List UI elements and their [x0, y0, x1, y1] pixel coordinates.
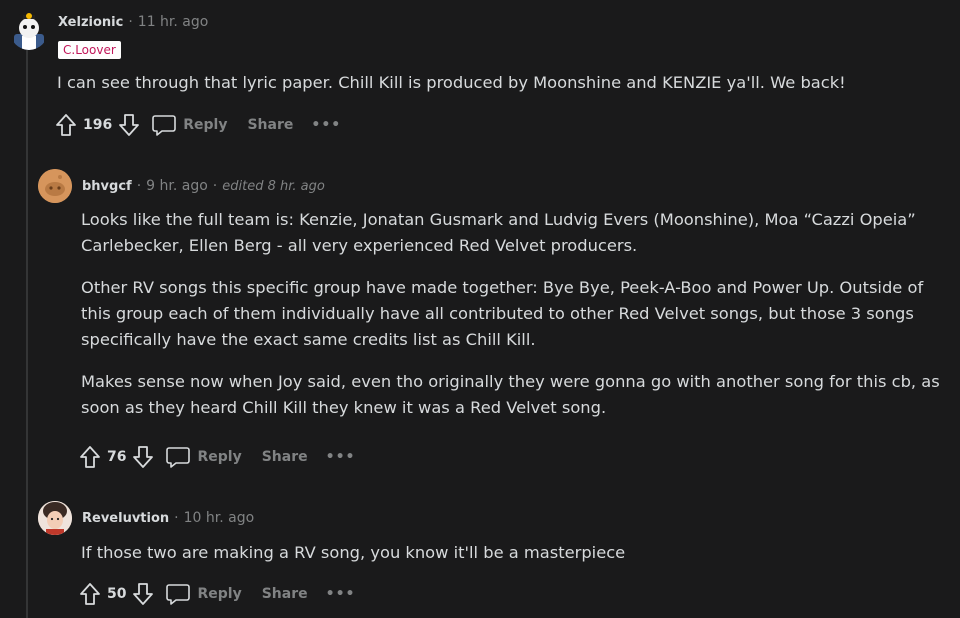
reply-label: Reply	[197, 586, 242, 602]
comment-body: If those two are making a RV song, you k…	[81, 540, 953, 576]
upvote-icon[interactable]	[79, 582, 101, 606]
comment-actions: 50 Reply Share •••	[79, 580, 355, 608]
comment-paragraph: If those two are making a RV song, you k…	[81, 543, 626, 562]
reply-button[interactable]: Reply	[166, 583, 242, 605]
timestamp[interactable]: 10 hr. ago	[184, 510, 255, 526]
avatar[interactable]	[38, 501, 72, 535]
separator-dot: ·	[174, 510, 179, 526]
user-photo-avatar-icon	[38, 501, 72, 535]
comment-bubble-icon	[166, 584, 191, 605]
vote-score: 50	[107, 586, 127, 602]
username[interactable]: Reveluvtion	[82, 511, 169, 526]
downvote-icon[interactable]	[132, 582, 154, 606]
comment-thread: Xelzionic · 11 hr. ago C.Loover I can se…	[0, 0, 960, 618]
more-options-button[interactable]: •••	[326, 586, 356, 602]
comment-reveluvtion: Reveluvtion · 10 hr. ago If those two ar…	[0, 0, 960, 618]
share-button[interactable]: Share	[262, 586, 308, 602]
